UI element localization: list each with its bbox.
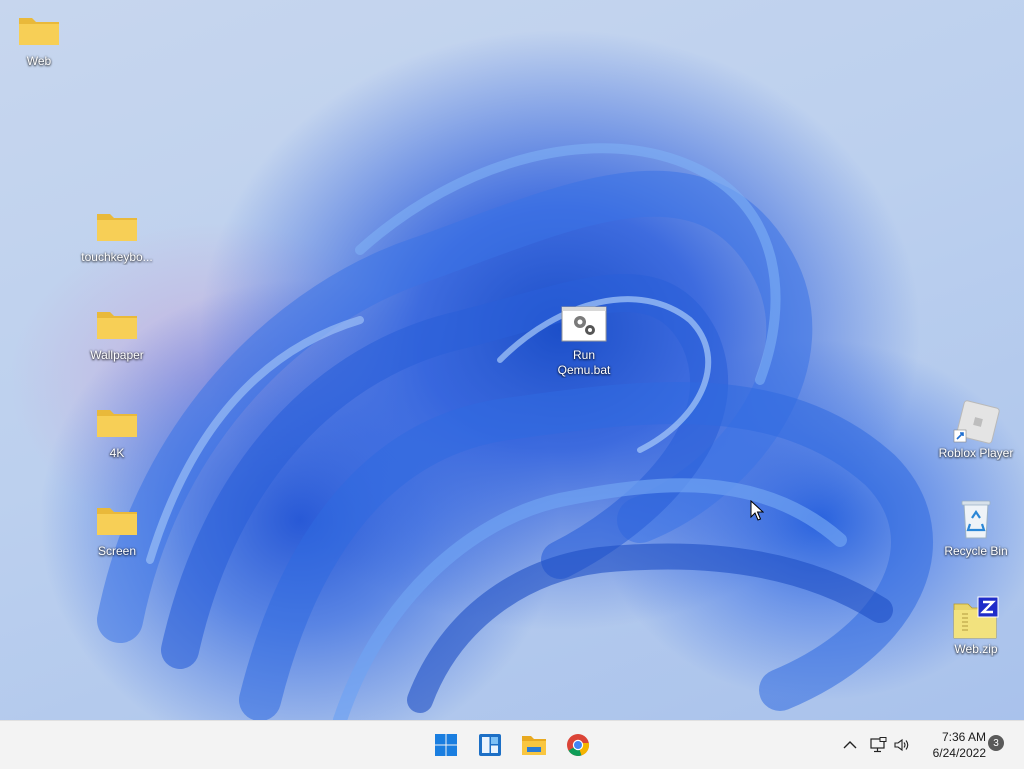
mouse-pointer-icon [750,500,764,521]
desktop-icon-web-zip[interactable]: Web.zip [936,596,1016,657]
folder-icon [15,8,63,52]
desktop-icon-label: Web [26,54,52,68]
zip-archive-icon [952,596,1000,640]
batch-file-icon [560,302,608,346]
folder-icon [93,302,141,346]
clock[interactable]: 7:36 AM 6/24/2022 [918,729,986,761]
chrome-button[interactable] [558,727,598,763]
desktop-icon-run-qemu-bat[interactable]: Run Qemu.bat [545,302,623,378]
windows-logo-icon [435,734,457,756]
file-explorer-button[interactable] [514,727,554,763]
desktop-icon-label: 4K [109,446,125,460]
speaker-icon [894,738,909,752]
desktop-icon-label: Roblox Player [938,446,1014,460]
desktop-icon-web-folder[interactable]: Web [0,8,78,69]
taskbar: 7:36 AM 6/24/2022 [0,720,1024,769]
chevron-up-icon [843,741,857,749]
desktop-icon-4k-folder[interactable]: 4K [78,400,156,461]
desktop-icon-screen-folder[interactable]: Screen [78,498,156,559]
clock-time: 7:36 AM [941,730,986,744]
start-button[interactable] [426,727,466,763]
chrome-icon [567,734,590,756]
notification-badge[interactable]: 3 [988,735,1004,751]
desktop-icon-touchkeyboard-folder[interactable]: touchkeybo... [78,204,156,265]
folder-icon [93,400,141,444]
network-icon [870,737,887,753]
desktop-icon-label: Run Qemu.bat [557,348,611,377]
network-status-button[interactable] [866,733,890,757]
desktop-icon-label: Screen [97,544,137,558]
show-hidden-icons-button[interactable] [838,733,862,757]
folder-icon [522,736,546,755]
recycle-bin-icon [952,498,1000,542]
desktop-icon-roblox-player[interactable]: Roblox Player [936,400,1016,461]
folder-icon [93,204,141,248]
desktop-icon-wallpaper-folder[interactable]: Wallpaper [78,302,156,363]
clock-date: 6/24/2022 [932,746,986,760]
widgets-button[interactable] [470,727,510,763]
folder-icon [93,498,141,542]
desktop-icon-label: Wallpaper [90,348,144,362]
desktop-icon-recycle-bin[interactable]: Recycle Bin [936,498,1016,559]
volume-button[interactable] [890,733,914,757]
widgets-icon [479,734,501,756]
desktop-icon-label: Recycle Bin [944,544,1008,558]
desktop-icon-label: touchkeybo... [81,250,153,264]
roblox-icon [952,400,1000,444]
desktop[interactable]: Web touchkeybo... Wallpaper 4K Screen Ru… [0,0,1024,720]
desktop-icon-label: Web.zip [954,642,998,656]
